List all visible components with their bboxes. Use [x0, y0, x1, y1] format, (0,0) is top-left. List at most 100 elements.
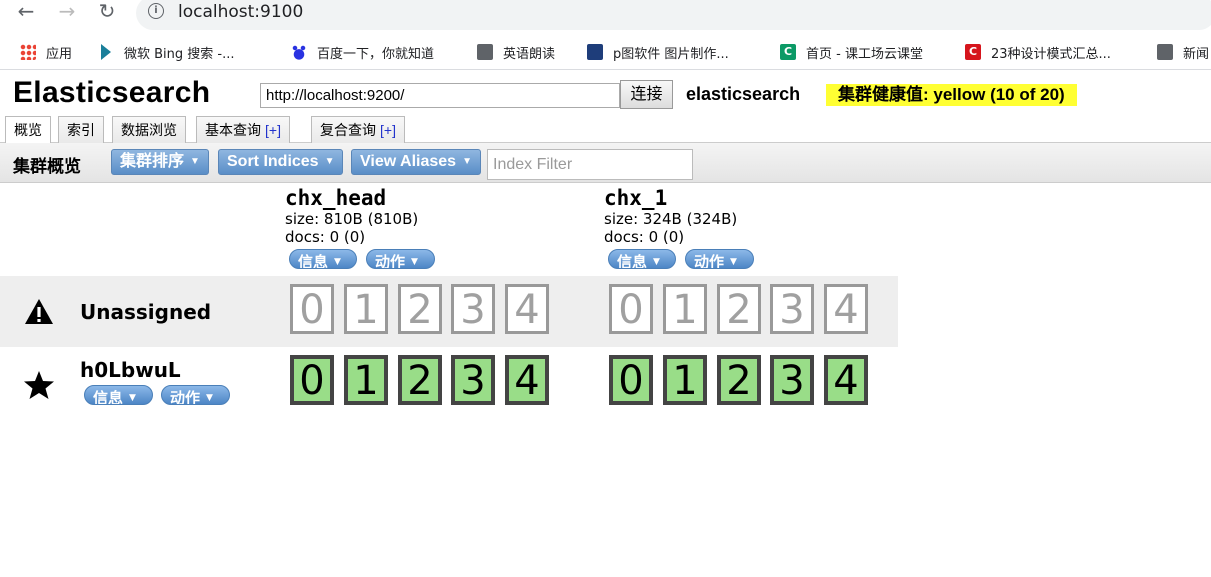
address-bar[interactable]: i localhost:9100: [136, 0, 1211, 30]
warning-icon: [25, 299, 53, 324]
tab-plus: [+]: [380, 122, 396, 138]
shard-unassigned[interactable]: 1: [344, 284, 388, 334]
index-size: size: 810B (810B): [285, 210, 419, 228]
index-name: chx_1: [604, 186, 668, 210]
index-docs: docs: 0 (0): [285, 228, 366, 246]
p-icon: [587, 44, 603, 60]
apps-icon: [20, 44, 36, 60]
index-action-button[interactable]: 动作 ▼: [366, 249, 435, 269]
bookmark-news[interactable]: 新闻: [1157, 42, 1209, 62]
connect-button[interactable]: 连接: [620, 80, 673, 109]
shard-unassigned[interactable]: 3: [770, 284, 814, 334]
tab-plus: [+]: [265, 122, 281, 138]
cluster-name: elasticsearch: [686, 84, 801, 104]
connection-url-input[interactable]: [260, 83, 620, 108]
browser-toolbar: ← → ↻ i localhost:9100: [0, 0, 1211, 34]
shard-started[interactable]: 0: [609, 355, 653, 405]
caret-down-icon: ▼: [129, 393, 136, 403]
app-header: Elasticsearch 连接 elasticsearch 集群健康值: ye…: [0, 71, 1211, 115]
node-action-button[interactable]: 动作 ▼: [161, 385, 230, 405]
button-label: View Aliases: [360, 153, 457, 170]
shard-started[interactable]: 1: [344, 355, 388, 405]
shard-unassigned[interactable]: 2: [398, 284, 442, 334]
info-icon[interactable]: i: [148, 3, 164, 19]
shard-unassigned[interactable]: 1: [663, 284, 707, 334]
bookmark-english[interactable]: 英语朗读: [477, 42, 555, 62]
caret-down-icon: ▼: [334, 257, 341, 267]
tab-basic-query[interactable]: 基本查询 [+]: [196, 116, 290, 143]
shard-unassigned[interactable]: 4: [824, 284, 868, 334]
shard-started[interactable]: 2: [717, 355, 761, 405]
unassigned-row: Unassigned 0 1 2 3 4 0 1 2 3 4: [0, 276, 898, 347]
overview-toolbar: 集群概览 集群排序 ▼ Sort Indices ▼ View Aliases ▼: [0, 143, 1211, 183]
bookmark-label: 新闻: [1183, 46, 1210, 62]
index-docs: docs: 0 (0): [604, 228, 685, 246]
bookmark-apps[interactable]: 应用: [20, 42, 72, 62]
reload-icon[interactable]: ↻: [95, 0, 119, 24]
shard-started[interactable]: 3: [770, 355, 814, 405]
c-icon: C: [780, 44, 796, 60]
sort-cluster-button[interactable]: 集群排序 ▼: [111, 149, 209, 175]
shard-unassigned[interactable]: 0: [609, 284, 653, 334]
bookmark-baidu[interactable]: 百度一下，你就知道: [291, 42, 434, 62]
bookmark-label: 首页 - 课工场云课堂: [806, 46, 923, 62]
shard-unassigned[interactable]: 3: [451, 284, 495, 334]
tab-indices[interactable]: 索引: [58, 116, 104, 143]
overview-title: 集群概览: [13, 157, 81, 177]
pill-label: 动作: [694, 253, 725, 269]
shard-started[interactable]: 2: [398, 355, 442, 405]
c-icon: C: [965, 44, 981, 60]
tab-overview[interactable]: 概览: [5, 116, 51, 144]
pill-label: 动作: [170, 389, 201, 405]
bookmark-label: 百度一下，你就知道: [317, 46, 435, 62]
pill-label: 信息: [617, 253, 648, 269]
view-aliases-button[interactable]: View Aliases ▼: [351, 149, 481, 175]
bookmark-patterns[interactable]: C 23种设计模式汇总...: [965, 42, 1111, 62]
tab-compound-query[interactable]: 复合查询 [+]: [311, 116, 405, 143]
caret-down-icon: ▼: [730, 257, 737, 267]
node-row: h0LbwuL 信息 ▼ 动作 ▼ 0 1 2 3 4 0 1 2 3 4: [0, 347, 898, 417]
shard-started[interactable]: 4: [824, 355, 868, 405]
shard-unassigned[interactable]: 2: [717, 284, 761, 334]
tab-label: 数据浏览: [121, 122, 177, 138]
bookmarks-bar: 应用 微软 Bing 搜索 -... 百度一下，你就知道 英语朗读 p图软件 图…: [0, 34, 1211, 70]
bookmark-label: p图软件 图片制作...: [613, 46, 729, 62]
shard-unassigned[interactable]: 0: [290, 284, 334, 334]
star-icon: [24, 371, 54, 399]
index-filter-input[interactable]: [487, 149, 693, 180]
caret-down-icon: ▼: [324, 156, 335, 167]
bookmark-bing[interactable]: 微软 Bing 搜索 -...: [98, 42, 235, 62]
node-name: h0LbwuL: [80, 358, 181, 382]
caret-down-icon: ▼: [190, 156, 200, 167]
pill-label: 动作: [375, 253, 406, 269]
cluster-health-badge: 集群健康值: yellow (10 of 20): [826, 84, 1077, 106]
back-arrow-icon[interactable]: ←: [14, 0, 38, 24]
bookmark-label: 英语朗读: [503, 46, 556, 62]
index-header: chx_head size: 810B (810B) docs: 0 (0) 信…: [285, 186, 585, 271]
address-text[interactable]: localhost:9100: [178, 2, 303, 22]
tab-label: 索引: [67, 122, 95, 138]
forward-arrow-icon[interactable]: →: [55, 0, 79, 24]
node-info-button[interactable]: 信息 ▼: [84, 385, 153, 405]
tab-data-browse[interactable]: 数据浏览: [112, 116, 186, 143]
index-header: chx_1 size: 324B (324B) docs: 0 (0) 信息 ▼ …: [604, 186, 904, 271]
bookmark-label: 23种设计模式汇总...: [991, 46, 1111, 62]
shard-started[interactable]: 0: [290, 355, 334, 405]
index-name: chx_head: [285, 186, 387, 210]
caret-down-icon: ▼: [206, 393, 213, 403]
tab-label: 概览: [14, 122, 42, 138]
button-label: 集群排序: [120, 153, 185, 170]
bookmark-kgc[interactable]: C 首页 - 课工场云课堂: [780, 42, 923, 62]
bookmark-label: 微软 Bing 搜索 -...: [124, 46, 235, 62]
index-action-button[interactable]: 动作 ▼: [685, 249, 754, 269]
bookmark-ptu[interactable]: p图软件 图片制作...: [587, 42, 729, 62]
caret-down-icon: ▼: [462, 156, 472, 167]
shard-started[interactable]: 1: [663, 355, 707, 405]
shard-started[interactable]: 4: [505, 355, 549, 405]
index-info-button[interactable]: 信息 ▼: [608, 249, 676, 269]
unassigned-label: Unassigned: [80, 300, 212, 324]
shard-unassigned[interactable]: 4: [505, 284, 549, 334]
shard-started[interactable]: 3: [451, 355, 495, 405]
sort-indices-button[interactable]: Sort Indices ▼: [218, 149, 344, 175]
index-info-button[interactable]: 信息 ▼: [289, 249, 357, 269]
